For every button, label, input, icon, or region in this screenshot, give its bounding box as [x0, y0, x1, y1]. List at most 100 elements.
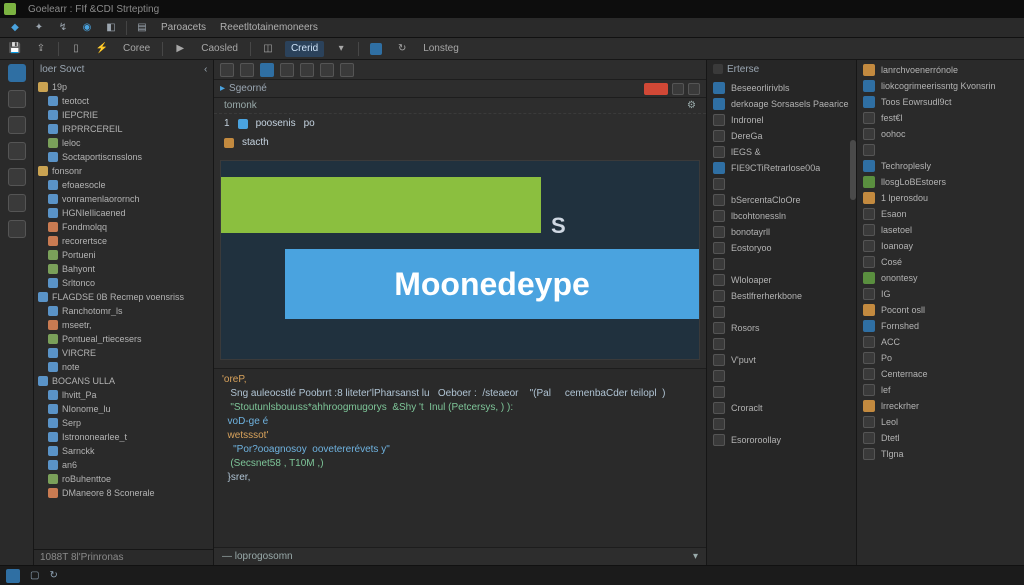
tree-item[interactable]: Istrononearlee_t: [34, 430, 213, 444]
menu-btn-5[interactable]: ▤: [131, 20, 153, 36]
activity-explorer-icon[interactable]: [8, 64, 26, 82]
outline-item[interactable]: Croraclt: [707, 400, 856, 416]
outline-item[interactable]: [707, 384, 856, 400]
tree-item[interactable]: recorertsce: [34, 234, 213, 248]
tree-item[interactable]: FLAGDSE 0B Recmep voensriss: [34, 290, 213, 304]
tree-item[interactable]: note: [34, 360, 213, 374]
tree-item[interactable]: Srltonco: [34, 276, 213, 290]
activity-7-icon[interactable]: [8, 220, 26, 238]
tab-name[interactable]: Sgeorné: [229, 83, 267, 94]
outline-item[interactable]: V'puvt: [707, 352, 856, 368]
inspector-item[interactable]: Techroplesly: [857, 158, 1024, 174]
tree-item[interactable]: Pontueal_rtiecesers: [34, 332, 213, 346]
tree-item[interactable]: DManeore 8 Sconerale: [34, 486, 213, 500]
outline-item[interactable]: Esororoollay: [707, 432, 856, 448]
tree-item[interactable]: Bahyont: [34, 262, 213, 276]
outline-item[interactable]: [707, 176, 856, 192]
scrollbar-thumb[interactable]: [850, 140, 856, 200]
collapse-icon[interactable]: ›: [204, 64, 207, 75]
inspector-item[interactable]: [857, 142, 1024, 158]
outline-item[interactable]: [707, 336, 856, 352]
inspector-item[interactable]: Centernace: [857, 366, 1024, 382]
ed-btn-3[interactable]: [260, 63, 274, 77]
outline-item[interactable]: [707, 368, 856, 384]
inspector-item[interactable]: lrreckrher: [857, 398, 1024, 414]
menu-label-1[interactable]: Paroacets: [155, 22, 212, 33]
inspector-item[interactable]: Toos Eowrsudl9ct: [857, 94, 1024, 110]
inspector-item[interactable]: Dtetl: [857, 430, 1024, 446]
code-editor[interactable]: 'oreP, Sng auleocstlé Poobrrt :8 liteter…: [214, 368, 706, 547]
tree-item[interactable]: Ranchotomr_ls: [34, 304, 213, 318]
tree-item[interactable]: HGNIeIlicaened: [34, 206, 213, 220]
outline-item[interactable]: [707, 416, 856, 432]
menu-btn-2[interactable]: ↯: [52, 20, 74, 36]
inspector-item[interactable]: Esaon: [857, 206, 1024, 222]
run-icon[interactable]: ▶: [171, 41, 189, 57]
activity-ext-icon[interactable]: [8, 168, 26, 186]
inspector-item[interactable]: Leol: [857, 414, 1024, 430]
outline-item[interactable]: Beseeorlirivbls: [707, 80, 856, 96]
outline-item[interactable]: lEGS &: [707, 144, 856, 160]
error-badge[interactable]: [644, 83, 668, 95]
inspector-item[interactable]: Tlgna: [857, 446, 1024, 462]
more-tab-icon[interactable]: [688, 83, 700, 95]
caret-icon[interactable]: ▾: [693, 551, 698, 562]
outline-item[interactable]: Wloloaper: [707, 272, 856, 288]
menu-btn-4[interactable]: ◧: [100, 20, 122, 36]
ed-btn-4[interactable]: [280, 63, 294, 77]
chevron-down-icon[interactable]: ▾: [332, 41, 350, 57]
tree-item[interactable]: Serp: [34, 416, 213, 430]
tree-item[interactable]: teotoct: [34, 94, 213, 108]
preview-canvas[interactable]: S Moonedeype: [220, 160, 700, 360]
tool-label-3[interactable]: Lonsteg: [419, 43, 463, 54]
inspector-item[interactable]: lanrchvoenerrónole: [857, 62, 1024, 78]
outline-list[interactable]: Beseeorlirivblsderkoage Sorsasels Paeari…: [707, 78, 856, 565]
tree-item[interactable]: mseetr,: [34, 318, 213, 332]
tree-item[interactable]: an6: [34, 458, 213, 472]
tree-item[interactable]: VIRCRE: [34, 346, 213, 360]
tree-item[interactable]: NIonome_lu: [34, 402, 213, 416]
inspector-item[interactable]: lef: [857, 382, 1024, 398]
file-icon[interactable]: ▯: [67, 41, 85, 57]
gear-icon[interactable]: ⚙: [687, 100, 696, 111]
inspector-item[interactable]: oohoc: [857, 126, 1024, 142]
save-icon[interactable]: 💾: [6, 41, 24, 57]
sq-icon[interactable]: [367, 41, 385, 57]
outline-item[interactable]: Rosors: [707, 320, 856, 336]
tree-item[interactable]: leloc: [34, 136, 213, 150]
export-icon[interactable]: ⇪: [32, 41, 50, 57]
menu-btn-1[interactable]: ✦: [28, 20, 50, 36]
cube-icon[interactable]: ◫: [259, 41, 277, 57]
menu-btn-3[interactable]: ◉: [76, 20, 98, 36]
inspector-item[interactable]: llosgLoBEstoers: [857, 174, 1024, 190]
sync-icon[interactable]: ↻: [49, 570, 57, 581]
outline-item[interactable]: FIE9CTiRetrarlose00a: [707, 160, 856, 176]
tree-item[interactable]: Portueni: [34, 248, 213, 262]
bolt-icon[interactable]: ⚡: [93, 41, 111, 57]
tree-item[interactable]: IRPRRCEREIL: [34, 122, 213, 136]
inspector-item[interactable]: Ioanoay: [857, 238, 1024, 254]
tree-item[interactable]: IEPCRIE: [34, 108, 213, 122]
logo-icon[interactable]: ◆: [4, 20, 26, 36]
inspector-item[interactable]: Cosé: [857, 254, 1024, 270]
outline-item[interactable]: [707, 304, 856, 320]
inspector-list[interactable]: lanrchvoenerrónoleliokcogrimeerissntg Kv…: [857, 60, 1024, 565]
tool-label-1[interactable]: Coree: [119, 43, 154, 54]
explorer-tree[interactable]: 19pteotoctIEPCRIEIRPRRCEREILlelocSoctapo…: [34, 78, 213, 549]
outline-item[interactable]: derkoage Sorsasels Paearice: [707, 96, 856, 112]
inspector-item[interactable]: liokcogrimeerissntg Kvonsrin: [857, 78, 1024, 94]
inspector-item[interactable]: 1 lperosdou: [857, 190, 1024, 206]
ed-btn-1[interactable]: [220, 63, 234, 77]
tree-item[interactable]: Fondmolqq: [34, 220, 213, 234]
ed-btn-2[interactable]: [240, 63, 254, 77]
outline-item[interactable]: lbcohtonessln: [707, 208, 856, 224]
outline-item[interactable]: DereGa: [707, 128, 856, 144]
tree-item[interactable]: Soctaportiscnsslons: [34, 150, 213, 164]
outline-item[interactable]: bSercentaCloOre: [707, 192, 856, 208]
outline-item[interactable]: Eostoryoo: [707, 240, 856, 256]
inspector-item[interactable]: ACC: [857, 334, 1024, 350]
activity-scm-icon[interactable]: [8, 116, 26, 134]
tree-item[interactable]: fonsonr: [34, 164, 213, 178]
outline-item[interactable]: Indronel: [707, 112, 856, 128]
inspector-item[interactable]: Fornshed: [857, 318, 1024, 334]
